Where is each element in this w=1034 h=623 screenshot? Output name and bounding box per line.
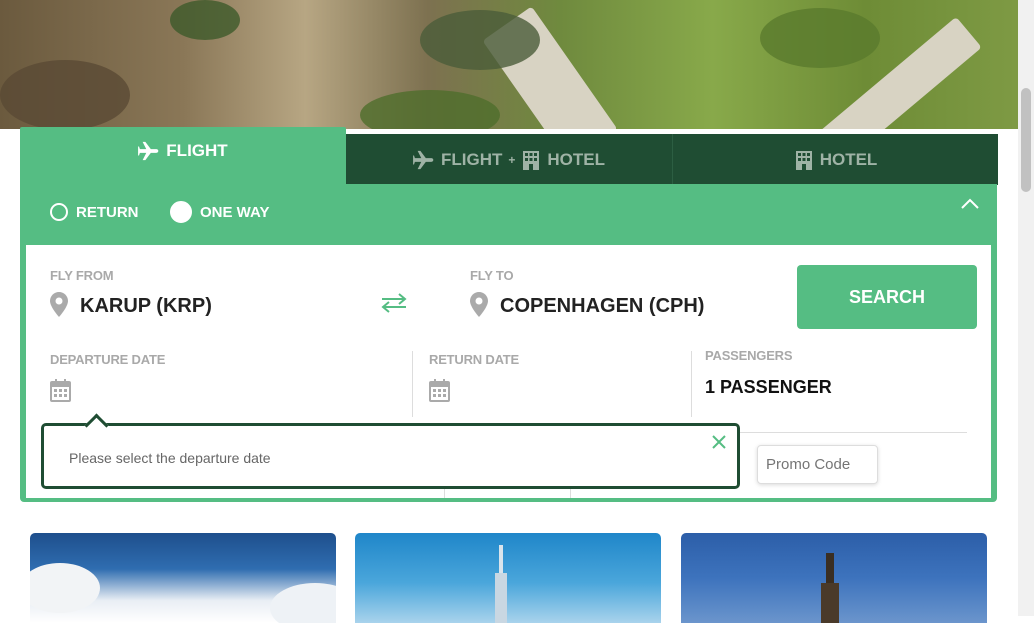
collapse-chevron-up-icon[interactable]: [961, 196, 979, 210]
radio-return[interactable]: RETURN: [50, 203, 139, 221]
tab-flight[interactable]: FLIGHT: [20, 127, 346, 185]
hero-image: [0, 0, 1018, 129]
tab-hotel[interactable]: HOTEL: [672, 134, 998, 185]
hotel-icon: [794, 150, 814, 170]
calendar-icon[interactable]: [50, 379, 71, 407]
tab-flight-hotel-label-a: FLIGHT: [440, 149, 503, 169]
tab-flight-label: FLIGHT: [166, 141, 228, 160]
search-button[interactable]: SEARCH: [797, 265, 977, 329]
destination-card[interactable]: [355, 533, 661, 623]
plane-icon: [138, 141, 160, 161]
tab-flight-hotel-label-b: HOTEL: [547, 149, 605, 169]
radio-one-way-label: ONE WAY: [200, 203, 270, 221]
calendar-icon[interactable]: [429, 379, 450, 407]
map-pin-icon: [50, 292, 68, 322]
plus-sign: +: [508, 152, 516, 167]
scrollbar-thumb[interactable]: [1021, 88, 1031, 192]
booking-tabs: FLIGHT FLIGHT + HOTEL HOTEL: [20, 127, 998, 185]
plane-icon: [413, 150, 435, 170]
trip-type-bar: RETURN ONE WAY: [20, 184, 997, 245]
passengers-select[interactable]: 1 PASSENGER: [705, 377, 832, 398]
fly-to-label: FLY TO: [470, 268, 514, 283]
hotel-icon: [521, 150, 541, 170]
departure-date-label: DEPARTURE DATE: [50, 352, 166, 367]
passengers-label: PASSENGERS: [705, 348, 793, 363]
departure-date-tooltip: Please select the departure date: [41, 413, 740, 489]
tooltip-message: Please select the departure date: [69, 450, 271, 466]
radio-return-label: RETURN: [76, 203, 139, 221]
tab-flight-hotel[interactable]: FLIGHT + HOTEL: [346, 134, 672, 185]
scrollbar[interactable]: [1018, 0, 1034, 616]
return-date-label: RETURN DATE: [429, 352, 519, 367]
radio-return-circle[interactable]: [50, 203, 68, 221]
swap-arrows-icon[interactable]: [380, 293, 408, 313]
destination-card[interactable]: [30, 533, 336, 623]
tab-hotel-label: HOTEL: [819, 149, 878, 169]
radio-one-way-circle[interactable]: [170, 201, 192, 223]
fly-from-input[interactable]: KARUP (KRP): [80, 295, 212, 318]
fly-to-input[interactable]: COPENHAGEN (CPH): [500, 295, 704, 318]
close-icon[interactable]: [711, 434, 727, 450]
radio-one-way[interactable]: ONE WAY: [170, 201, 269, 223]
destination-card[interactable]: [681, 533, 987, 623]
promo-code-input[interactable]: [757, 445, 878, 484]
map-pin-icon: [470, 292, 488, 322]
fly-from-label: FLY FROM: [50, 268, 114, 283]
